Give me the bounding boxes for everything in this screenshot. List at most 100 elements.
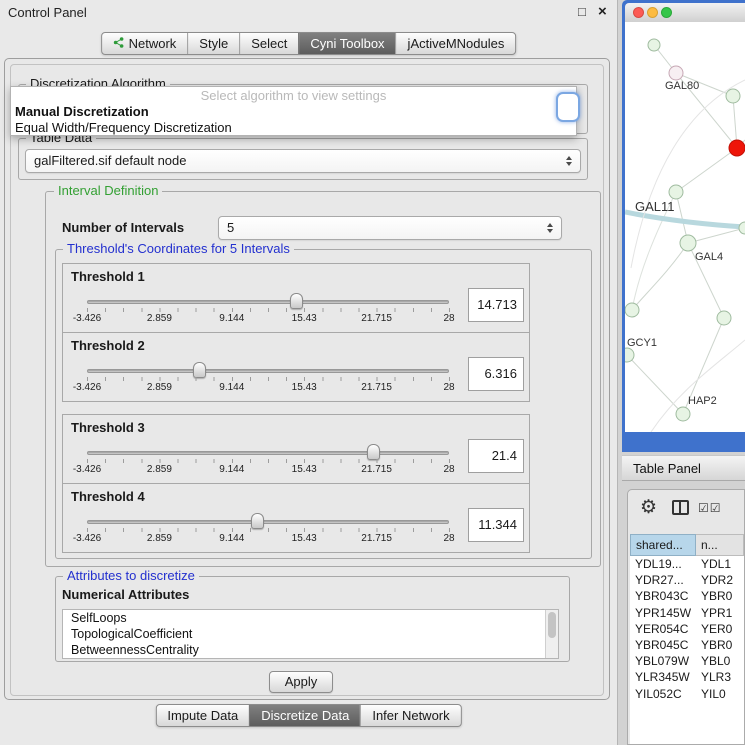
table-cell[interactable]: YDL1 [696,556,744,572]
threshold-slider-thumb[interactable] [251,513,264,529]
network-canvas[interactable]: GAL80GAL11GAL4GCY1HAP2 [625,22,745,432]
table-cell[interactable]: YER0 [696,621,744,637]
tick-label: 9.144 [219,464,244,475]
network-node[interactable] [648,39,660,51]
close-window-icon[interactable]: × [598,3,607,20]
network-node[interactable] [739,222,745,234]
dropdown-option[interactable]: Equal Width/Frequency Discretization [11,120,576,136]
table-row[interactable]: YDL19... YDL1 [630,556,744,572]
zoom-traffic-light-icon[interactable] [661,7,672,18]
table-cell[interactable]: YDR27... [630,572,696,588]
network-node[interactable] [680,235,696,251]
threshold-slider-track[interactable] [87,369,449,373]
network-edge[interactable] [676,148,737,192]
table-row[interactable]: YIL052C YIL0 [630,686,744,702]
tick-label: 15.43 [292,464,317,475]
tab-network[interactable]: Network [102,33,188,54]
list-scrollbar[interactable] [545,610,558,658]
table-cell[interactable]: YBL0 [696,653,744,669]
threshold-value-field[interactable]: 11.344 [468,508,524,542]
tab-jactivemnodules[interactable]: jActiveMNodules [396,33,516,54]
table-row[interactable]: YBR045C YBR0 [630,637,744,653]
network-node[interactable] [729,140,745,156]
scrollbar-thumb[interactable] [548,612,556,638]
tab-impute-data[interactable]: Impute Data [156,705,249,726]
threshold-value-field[interactable]: 14.713 [468,288,524,322]
network-edge[interactable] [651,340,745,432]
columns-icon[interactable] [672,500,689,515]
network-node[interactable] [669,185,683,199]
network-node[interactable] [676,407,690,421]
threshold-slider-thumb[interactable] [193,362,206,378]
table-cell[interactable]: YBR0 [696,588,744,604]
algorithm-dropdown-popup: Select algorithm to view settings Manual… [10,86,577,136]
network-edge[interactable] [688,228,745,243]
network-edge[interactable] [627,355,683,414]
number-of-intervals-value: 5 [227,217,234,239]
threshold-value-field[interactable]: 21.4 [468,439,524,473]
table-cell[interactable]: YBR043C [630,588,696,604]
network-node[interactable] [669,66,683,80]
network-node[interactable] [625,303,639,317]
table-cell[interactable]: YLR345W [630,669,696,685]
table-cell[interactable]: YIL052C [630,686,696,702]
threshold-value-field[interactable]: 6.316 [468,357,524,391]
threshold-slider-track[interactable] [87,520,449,524]
table-row[interactable]: YPR145W YPR1 [630,605,744,621]
table-cell[interactable]: YIL0 [696,686,744,702]
threshold-slider-track[interactable] [87,300,449,304]
table-cell[interactable]: YBL079W [630,653,696,669]
table-cell[interactable]: YDR2 [696,572,744,588]
tick-label: -3.426 [73,533,101,544]
table-cell[interactable]: YLR3 [696,669,744,685]
threshold-slider-thumb[interactable] [290,293,303,309]
threshold-panel-3: Threshold 3 -3.426 2.859 9.144 15.43 21.… [62,414,530,484]
apply-button[interactable]: Apply [269,671,333,693]
tab-discretize-data[interactable]: Discretize Data [249,705,360,726]
table-row[interactable]: YLR345W YLR3 [630,669,744,685]
table-row[interactable]: YBR043C YBR0 [630,588,744,604]
network-node[interactable] [726,89,740,103]
gear-icon[interactable]: ⚙ [640,496,657,519]
threshold-label: Threshold 4 [71,489,145,504]
network-view-window: GAL80GAL11GAL4GCY1HAP2 [622,0,745,452]
dropdown-option[interactable]: Manual Discretization [11,104,576,120]
tick-label: 15.43 [292,313,317,324]
table-cell[interactable]: YPR1 [696,605,744,621]
tab-infer-network[interactable]: Infer Network [360,705,460,726]
tab-cyni-toolbox[interactable]: Cyni Toolbox [298,33,395,54]
minimize-traffic-light-icon[interactable] [647,7,658,18]
list-item[interactable]: BetweennessCentrality [63,642,558,658]
network-graph[interactable]: GAL80GAL11GAL4GCY1HAP2 [625,22,745,432]
number-of-intervals-select[interactable]: 5 [218,216,562,240]
select-columns-checkbox-icons[interactable]: ☑☑ [698,501,722,515]
network-node[interactable] [717,311,731,325]
network-window-titlebar[interactable] [625,3,745,22]
table-data-select[interactable]: galFiltered.sif default node [25,149,581,173]
tick-label: 21.715 [361,464,392,475]
table-cell[interactable]: YBR045C [630,637,696,653]
table-cell[interactable]: YER054C [630,621,696,637]
column-header-shared-name[interactable]: shared... [630,534,696,556]
tab-select[interactable]: Select [239,33,298,54]
threshold-slider-track[interactable] [87,451,449,455]
list-item[interactable]: TopologicalCoefficient [63,626,558,642]
tick-label: 21.715 [361,382,392,393]
list-item[interactable]: SelfLoops [63,610,558,626]
table-row[interactable]: YBL079W YBL0 [630,653,744,669]
table-cell[interactable]: YDL19... [630,556,696,572]
threshold-slider-thumb[interactable] [367,444,380,460]
column-header-name[interactable]: n... [696,534,744,556]
interval-definition-title: Interval Definition [54,184,162,198]
table-row[interactable]: YDR27... YDR2 [630,572,744,588]
table-cell[interactable]: YBR0 [696,637,744,653]
table-cell[interactable]: YPR145W [630,605,696,621]
table-row[interactable]: YER054C YER0 [630,621,744,637]
close-traffic-light-icon[interactable] [633,7,644,18]
float-window-icon[interactable]: □ [578,4,586,19]
tick-label: -3.426 [73,313,101,324]
network-node[interactable] [625,348,634,362]
tab-style[interactable]: Style [187,33,239,54]
algorithm-combo-focus-ring[interactable] [556,92,580,122]
tick-label: 2.859 [147,382,172,393]
